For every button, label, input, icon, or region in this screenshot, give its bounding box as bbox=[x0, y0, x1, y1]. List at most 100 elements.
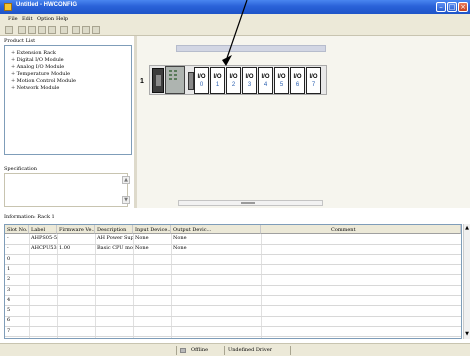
cell-comment[interactable] bbox=[261, 306, 461, 314]
io-slot-4[interactable]: I/O 4 bbox=[258, 67, 273, 94]
cell-input-device[interactable]: None bbox=[133, 244, 171, 252]
io-slot-6[interactable]: I/O 6 bbox=[290, 67, 305, 94]
cell-label[interactable] bbox=[29, 316, 57, 324]
cell-description[interactable] bbox=[95, 275, 133, 283]
cell-label[interactable] bbox=[29, 286, 57, 294]
menu-help[interactable]: Help bbox=[56, 16, 68, 22]
io-slot-2[interactable]: I/O 2 bbox=[226, 67, 241, 94]
cell-firmware[interactable] bbox=[57, 316, 95, 324]
cell-slot-no[interactable]: 6 bbox=[5, 316, 29, 324]
tree-item-analog-io[interactable]: + Analog I/O Module bbox=[11, 64, 64, 70]
cell-firmware[interactable] bbox=[57, 296, 95, 304]
cell-label[interactable]: AHCPU530-... bbox=[29, 244, 57, 252]
power-supply-module[interactable] bbox=[152, 68, 164, 93]
cell-output-device[interactable] bbox=[171, 296, 261, 304]
tree-item-temperature[interactable]: + Temperature Module bbox=[11, 71, 70, 77]
scroll-down-icon[interactable]: ▼ bbox=[122, 196, 130, 204]
column-comment[interactable]: Comment bbox=[261, 225, 461, 234]
cell-output-device[interactable] bbox=[171, 265, 261, 273]
toolbar-grid-button[interactable] bbox=[5, 26, 13, 34]
toolbar-new-button[interactable] bbox=[18, 26, 26, 34]
cell-comment[interactable] bbox=[261, 234, 461, 242]
cell-comment[interactable] bbox=[261, 316, 461, 324]
scrollbar-thumb[interactable] bbox=[241, 202, 255, 204]
toolbar-open-button[interactable] bbox=[28, 26, 36, 34]
column-input-device[interactable]: Input Device... bbox=[133, 225, 171, 234]
cell-comment[interactable] bbox=[261, 296, 461, 304]
toolbar-settings-button[interactable] bbox=[92, 26, 100, 34]
rack-horizontal-scrollbar[interactable] bbox=[178, 200, 323, 206]
cell-description[interactable] bbox=[95, 286, 133, 294]
cpu-module[interactable] bbox=[165, 66, 185, 94]
cell-label[interactable]: AHPS05-5A bbox=[29, 234, 57, 242]
io-slot-7[interactable]: I/O 7 bbox=[306, 67, 321, 94]
column-slot-no[interactable]: Slot No. bbox=[5, 225, 29, 234]
cell-input-device[interactable]: None bbox=[133, 234, 171, 242]
menu-edit[interactable]: Edit bbox=[22, 16, 32, 22]
close-button[interactable]: × bbox=[458, 2, 468, 12]
scroll-up-icon[interactable]: ▲ bbox=[464, 225, 470, 231]
cell-comment[interactable] bbox=[261, 275, 461, 283]
cell-firmware[interactable] bbox=[57, 286, 95, 294]
cell-firmware[interactable] bbox=[57, 306, 95, 314]
cell-output-device[interactable] bbox=[171, 286, 261, 294]
scroll-down-icon[interactable]: ▼ bbox=[464, 331, 470, 337]
cell-firmware[interactable] bbox=[57, 327, 95, 335]
plus-icon[interactable]: + bbox=[11, 64, 15, 70]
cell-label[interactable] bbox=[29, 275, 57, 283]
tree-item-extension-rack[interactable]: + Extension Rack bbox=[11, 50, 56, 56]
menu-file[interactable]: File bbox=[8, 16, 18, 22]
cell-description[interactable] bbox=[95, 296, 133, 304]
cell-comment[interactable] bbox=[261, 244, 461, 252]
tree-item-network[interactable]: + Network Module bbox=[11, 85, 59, 91]
cell-firmware[interactable] bbox=[57, 234, 95, 242]
cell-input-device[interactable] bbox=[133, 316, 171, 324]
io-slot-0[interactable]: I/O 0 bbox=[194, 67, 209, 94]
cell-input-device[interactable] bbox=[133, 275, 171, 283]
cell-output-device[interactable] bbox=[171, 275, 261, 283]
cell-description[interactable]: Basic CPU mo... bbox=[95, 244, 133, 252]
cell-output-device[interactable] bbox=[171, 255, 261, 263]
cell-input-device[interactable] bbox=[133, 286, 171, 294]
plus-icon[interactable]: + bbox=[11, 50, 15, 56]
cell-input-device[interactable] bbox=[133, 255, 171, 263]
menu-option[interactable]: Option bbox=[37, 16, 54, 22]
toolbar-print-button[interactable] bbox=[48, 26, 56, 34]
cell-output-device[interactable] bbox=[171, 316, 261, 324]
cell-firmware[interactable] bbox=[57, 255, 95, 263]
cell-firmware[interactable] bbox=[57, 265, 95, 273]
cell-slot-no[interactable]: 3 bbox=[5, 286, 29, 294]
cell-input-device[interactable] bbox=[133, 296, 171, 304]
column-label[interactable]: Label bbox=[29, 225, 57, 234]
tree-item-digital-io[interactable]: + Digital I/O Module bbox=[11, 57, 64, 63]
cell-slot-no[interactable]: 4 bbox=[5, 296, 29, 304]
io-slot-3[interactable]: I/O 3 bbox=[242, 67, 257, 94]
cell-output-device[interactable]: None bbox=[171, 244, 261, 252]
cell-label[interactable] bbox=[29, 296, 57, 304]
cell-comment[interactable] bbox=[261, 265, 461, 273]
cell-slot-no[interactable]: - bbox=[5, 234, 29, 242]
cell-output-device[interactable]: None bbox=[171, 234, 261, 242]
plus-icon[interactable]: + bbox=[11, 71, 15, 77]
toolbar-save-button[interactable] bbox=[38, 26, 46, 34]
table-vertical-scrollbar[interactable]: ▲ ▼ bbox=[463, 224, 470, 339]
plus-icon[interactable]: + bbox=[11, 57, 15, 63]
cell-firmware[interactable] bbox=[57, 275, 95, 283]
cell-description[interactable] bbox=[95, 306, 133, 314]
cell-label[interactable] bbox=[29, 255, 57, 263]
cell-comment[interactable] bbox=[261, 286, 461, 294]
plus-icon[interactable]: + bbox=[11, 78, 15, 84]
cell-description[interactable] bbox=[95, 255, 133, 263]
cell-slot-no[interactable]: - bbox=[5, 244, 29, 252]
cell-slot-no[interactable]: 2 bbox=[5, 275, 29, 283]
tree-item-motion-control[interactable]: + Motion Control Module bbox=[11, 78, 76, 84]
cell-comment[interactable] bbox=[261, 327, 461, 335]
io-slot-1[interactable]: I/O 1 bbox=[210, 67, 225, 94]
column-firmware[interactable]: Firmware Ve... bbox=[57, 225, 95, 234]
cell-output-device[interactable] bbox=[171, 306, 261, 314]
cell-label[interactable] bbox=[29, 265, 57, 273]
cell-input-device[interactable] bbox=[133, 327, 171, 335]
cell-slot-no[interactable]: 1 bbox=[5, 265, 29, 273]
cell-comment[interactable] bbox=[261, 255, 461, 263]
scroll-up-icon[interactable]: ▲ bbox=[122, 176, 130, 184]
